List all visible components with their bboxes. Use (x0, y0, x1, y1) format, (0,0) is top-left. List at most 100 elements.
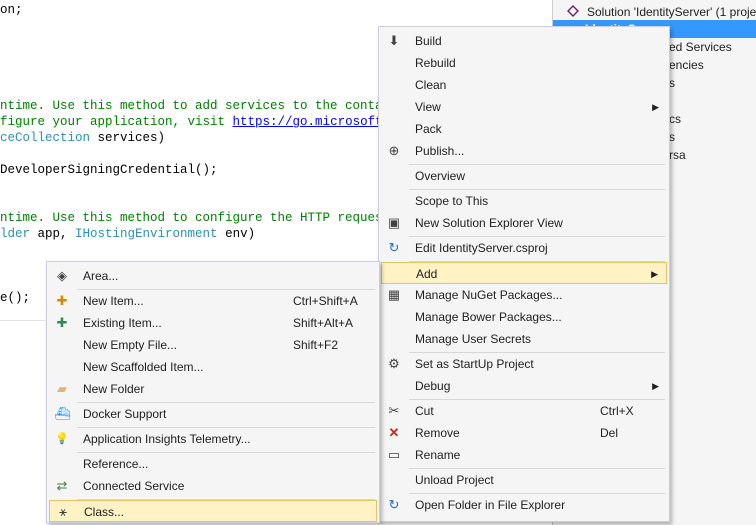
shortcut-text: Shift+Alt+A (293, 316, 354, 330)
menu-item-edit-csproj[interactable]: ↻ Edit IdentityServer.csproj (381, 237, 667, 259)
menu-item-label: Cut (415, 404, 434, 418)
menu-item-new-scaffolded-item[interactable]: New Scaffolded Item... (49, 356, 377, 378)
menu-item-label: Remove (415, 426, 460, 440)
menu-item-label: Manage Bower Packages... (415, 310, 562, 324)
menu-item-label: Publish... (415, 144, 465, 158)
menu-item-view[interactable]: View ▶ (381, 96, 667, 118)
menu-item-unload-project[interactable]: Unload Project (381, 469, 667, 491)
menu-item-rename[interactable]: ▭ Rename (381, 444, 667, 466)
menu-item-scope-to-this[interactable]: Scope to This (381, 190, 667, 212)
code-link[interactable]: https://go.microsoft.c (233, 115, 398, 129)
shortcut-text: Del (600, 426, 619, 440)
menu-item-label: Reference... (83, 457, 149, 471)
menu-item-manage-user-secrets[interactable]: Manage User Secrets (381, 328, 667, 350)
menu-item-build[interactable]: ⬇ Build (381, 30, 667, 52)
tree-item[interactable]: ed Services (669, 38, 732, 56)
existing-item-icon: ✚ (56, 315, 68, 330)
submenu-arrow-icon: ▶ (652, 102, 659, 112)
code-type: lder (0, 227, 31, 241)
new-item-icon: ✚ (56, 293, 68, 308)
tree-item[interactable]: rsa (669, 146, 686, 164)
refresh-icon: ↻ (388, 240, 400, 255)
menu-item-new-item[interactable]: ✚ New Item... Ctrl+Shift+A (49, 290, 377, 312)
docker-icon: ⛴ (54, 406, 71, 421)
menu-item-new-solution-explorer-view[interactable]: ▣ New Solution Explorer View (381, 212, 667, 234)
build-icon: ⬇ (388, 33, 400, 48)
code-line: ntime. Use this method to add services t… (0, 99, 406, 113)
menu-item-app-insights[interactable]: 💡 Application Insights Telemetry... (49, 428, 377, 450)
menu-item-label: Area... (83, 269, 119, 283)
menu-item-label: Overview (415, 169, 466, 183)
package-icon: ▦ (387, 287, 401, 302)
menu-item-pack[interactable]: Pack (381, 118, 667, 140)
menu-item-label: Manage NuGet Packages... (415, 288, 563, 302)
menu-item-cut[interactable]: ✂ Cut Ctrl+X (381, 400, 667, 422)
menu-item-debug[interactable]: Debug ▶ (381, 375, 667, 397)
menu-item-docker-support[interactable]: ⛴ Docker Support (49, 403, 377, 425)
menu-item-label: Application Insights Telemetry... (83, 432, 251, 446)
menu-item-label: New Folder (83, 382, 145, 396)
code-line: figure your application, visit https://g… (0, 114, 398, 130)
menu-item-label: New Solution Explorer View (415, 216, 563, 230)
menu-item-label: Existing Item... (83, 316, 162, 330)
menu-item-label: Add (416, 267, 438, 281)
menu-item-label: Class... (84, 505, 125, 519)
remove-icon: ✕ (388, 425, 400, 440)
shortcut-text: Shift+F2 (293, 338, 339, 352)
menu-item-new-folder[interactable]: ▰ New Folder (49, 378, 377, 400)
menu-item-label: Clean (415, 78, 447, 92)
menu-item-label: Debug (415, 379, 451, 393)
menu-item-open-folder[interactable]: ↻ Open Folder in File Explorer (381, 494, 667, 516)
menu-item-remove[interactable]: ✕ Remove Del (381, 422, 667, 444)
solution-icon (567, 5, 579, 17)
menu-item-manage-bower[interactable]: Manage Bower Packages... (381, 306, 667, 328)
project-context-menu: ⬇ Build Rebuild Clean View ▶ Pack ⊕ Publish… (378, 26, 670, 522)
code-line: DeveloperSigningCredential(); (0, 163, 218, 177)
code-type: IHostingEnvironment (75, 227, 218, 241)
tree-item[interactable]: encies (669, 56, 704, 74)
menu-item-label: Scope to This (415, 194, 489, 208)
area-icon: ◈ (57, 268, 67, 283)
shortcut-text: Ctrl+Shift+A (293, 294, 358, 308)
menu-item-label: Edit IdentityServer.csproj (415, 241, 548, 255)
gear-icon: ⚙ (388, 356, 400, 371)
code-line: on; (0, 3, 23, 17)
tree-item[interactable]: cs (669, 110, 681, 128)
menu-item-label: Manage User Secrets (415, 332, 532, 346)
menu-item-label: Docker Support (83, 407, 167, 421)
menu-item-existing-item[interactable]: ✚ Existing Item... Shift+Alt+A (49, 312, 377, 334)
menu-item-label: New Scaffolded Item... (83, 360, 204, 374)
insights-icon: 💡 (55, 433, 69, 445)
menu-item-rebuild[interactable]: Rebuild (381, 52, 667, 74)
menu-item-add[interactable]: Add ▶ (381, 262, 667, 284)
code-line: ntime. Use this method to configure the … (0, 211, 406, 225)
shortcut-text: Ctrl+X (600, 404, 634, 418)
menu-item-label: Pack (415, 122, 442, 136)
scissors-icon: ✂ (388, 403, 400, 418)
code-type: ceCollection (0, 131, 91, 145)
menu-item-label: Connected Service (83, 479, 185, 493)
menu-item-set-startup[interactable]: ⚙ Set as StartUp Project (381, 353, 667, 375)
code-text: services) (90, 131, 166, 145)
code-line: lder app, IHostingEnvironment env) (0, 226, 255, 242)
menu-item-publish[interactable]: ⊕ Publish... (381, 140, 667, 162)
menu-item-reference[interactable]: Reference... (49, 453, 377, 475)
menu-item-new-empty-file[interactable]: New Empty File... Shift+F2 (49, 334, 377, 356)
menu-item-clean[interactable]: Clean (381, 74, 667, 96)
menu-item-overview[interactable]: Overview (381, 165, 667, 187)
code-text: env) (217, 227, 256, 241)
menu-item-class[interactable]: ⚹ Class... (49, 500, 377, 522)
rename-icon: ▭ (387, 447, 401, 462)
menu-item-manage-nuget[interactable]: ▦ Manage NuGet Packages... (381, 284, 667, 306)
menu-item-area[interactable]: ◈ Area... (49, 265, 377, 287)
solution-node[interactable]: Solution 'IdentityServer' (1 projec (587, 3, 756, 21)
menu-item-label: New Empty File... (83, 338, 178, 352)
code-text: app, (30, 227, 76, 241)
menu-item-label: Open Folder in File Explorer (415, 498, 566, 512)
code-line: e(); (0, 291, 31, 305)
new-folder-icon: ▰ (57, 381, 67, 396)
connected-service-icon: ⇄ (56, 478, 68, 493)
menu-item-connected-service[interactable]: ⇄ Connected Service (49, 475, 377, 497)
open-folder-icon: ↻ (388, 497, 400, 512)
menu-item-label: Unload Project (415, 473, 494, 487)
